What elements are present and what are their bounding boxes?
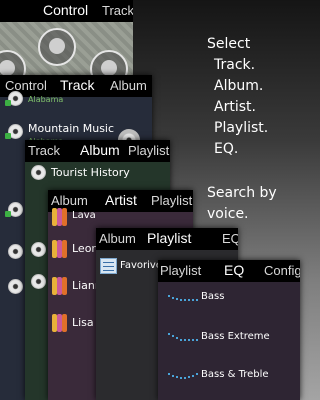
list-item[interactable]: Lava xyxy=(48,208,193,226)
tab-eq[interactable]: EQ xyxy=(224,262,244,278)
tab-playlist[interactable]: Playlist xyxy=(160,263,201,278)
description-artist: Artist. xyxy=(214,99,256,115)
eq-curve-icon xyxy=(168,371,198,379)
artist-icon xyxy=(52,314,68,332)
description-select: Select xyxy=(207,36,251,52)
tab-album[interactable]: Album xyxy=(99,231,136,246)
tab-config[interactable]: Config xyxy=(264,263,300,278)
list-item[interactable]: Alabama xyxy=(0,91,152,117)
track-artist: Alabama xyxy=(28,95,64,104)
artist-tab-bar: Album Artist Playlist xyxy=(48,190,193,212)
description-playlist: Playlist. xyxy=(214,120,269,136)
track-title: Mountain Music xyxy=(28,122,115,135)
tab-album[interactable]: Album xyxy=(80,142,120,158)
playlist-name: Favorive xyxy=(120,260,162,271)
play-button[interactable] xyxy=(38,28,76,66)
artist-icon xyxy=(52,277,68,295)
list-item[interactable]: Bass xyxy=(158,288,300,308)
description-track: Track. xyxy=(214,57,256,73)
tab-track[interactable]: Track xyxy=(28,143,60,158)
tab-track[interactable]: Track xyxy=(102,3,133,18)
list-item[interactable]: Bass Extreme xyxy=(158,328,300,348)
tab-album[interactable]: Album xyxy=(110,78,147,93)
artist-name: Lava xyxy=(72,210,96,221)
cd-icon xyxy=(5,124,23,139)
description-album: Album. xyxy=(214,78,264,94)
playlist-icon xyxy=(100,258,117,274)
artist-icon xyxy=(52,240,68,258)
eq-curve-icon xyxy=(168,293,198,301)
eq-preset-name: Bass xyxy=(201,291,225,302)
playlist-tab-bar: Album Playlist EQ xyxy=(96,228,238,250)
cd-icon xyxy=(31,165,46,180)
list-item[interactable]: Bass & Treble xyxy=(158,366,300,386)
eq-tab-bar: Playlist EQ Config xyxy=(158,260,300,282)
eq-preset-name: Bass Extreme xyxy=(201,331,270,342)
tab-playlist[interactable]: Playlist xyxy=(128,143,169,158)
cd-icon xyxy=(31,274,46,289)
tab-album[interactable]: Album xyxy=(51,193,88,208)
control-tab-bar: Control Track xyxy=(0,0,133,22)
eq-screen: Playlist EQ Config Bass Bass Extreme Bas… xyxy=(158,260,300,400)
tab-track[interactable]: Track xyxy=(60,77,94,93)
cd-icon xyxy=(8,279,23,294)
cd-icon xyxy=(5,91,23,106)
description-eq: EQ. xyxy=(214,141,239,157)
eq-curve-icon xyxy=(168,333,198,341)
tab-artist[interactable]: Artist xyxy=(105,192,137,208)
list-item[interactable]: Tourist History xyxy=(25,162,170,184)
eq-preset-name: Bass & Treble xyxy=(201,369,269,380)
tab-playlist[interactable]: Playlist xyxy=(151,193,192,208)
album-title: Tourist History xyxy=(51,166,130,179)
description-voice-search: Search by voice. xyxy=(207,185,277,222)
album-tab-bar: Track Album Playlist xyxy=(25,140,170,162)
artist-icon xyxy=(52,208,68,226)
cd-icon xyxy=(5,202,23,217)
tab-control[interactable]: Control xyxy=(43,2,88,18)
cd-icon xyxy=(31,242,46,257)
tab-playlist[interactable]: Playlist xyxy=(147,230,191,246)
track-tab-bar: Control Track Album xyxy=(0,75,152,97)
cd-icon xyxy=(8,244,23,259)
tab-eq[interactable]: EQ xyxy=(222,231,238,246)
